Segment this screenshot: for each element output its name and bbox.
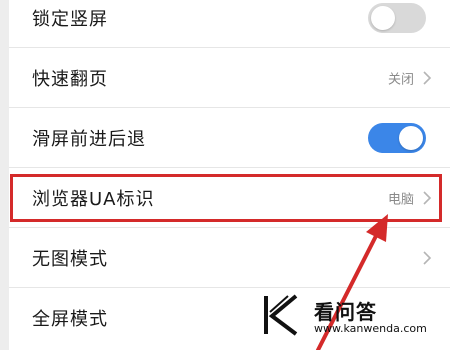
lock-portrait-toggle[interactable] bbox=[368, 2, 426, 33]
setting-no-image-mode[interactable]: 无图模式 bbox=[9, 228, 450, 288]
setting-label: 滑屏前进后退 bbox=[32, 128, 146, 150]
setting-swipe-navigation[interactable]: 滑屏前进后退 bbox=[9, 108, 450, 168]
toggle-knob bbox=[371, 5, 395, 30]
toggle-knob bbox=[399, 125, 423, 150]
watermark: 看问答 www.kanwenda.com bbox=[258, 292, 427, 342]
k-logo-icon bbox=[264, 294, 298, 336]
chevron-right-icon bbox=[423, 190, 432, 205]
settings-screen: 锁定竖屏 快速翻页 关闭 滑屏前进后退 浏览器UA标识 电脑 无图模式 全屏模式… bbox=[0, 0, 450, 350]
setting-lock-portrait[interactable]: 锁定竖屏 bbox=[9, 0, 450, 48]
setting-browser-ua[interactable]: 浏览器UA标识 电脑 bbox=[9, 168, 450, 228]
watermark-title: 看问答 bbox=[314, 300, 377, 324]
watermark-url: www.kanwenda.com bbox=[314, 322, 427, 335]
setting-label: 快速翻页 bbox=[32, 68, 108, 90]
setting-label: 无图模式 bbox=[32, 248, 108, 270]
chevron-right-icon bbox=[423, 70, 432, 85]
setting-label: 浏览器UA标识 bbox=[32, 188, 155, 210]
setting-label: 全屏模式 bbox=[32, 309, 108, 330]
setting-value: 关闭 bbox=[387, 72, 414, 87]
setting-label: 锁定竖屏 bbox=[32, 8, 108, 30]
setting-fast-page-turn[interactable]: 快速翻页 关闭 bbox=[9, 48, 450, 108]
setting-value: 电脑 bbox=[387, 192, 414, 207]
swipe-navigation-toggle[interactable] bbox=[368, 122, 426, 153]
chevron-right-icon bbox=[423, 250, 432, 265]
